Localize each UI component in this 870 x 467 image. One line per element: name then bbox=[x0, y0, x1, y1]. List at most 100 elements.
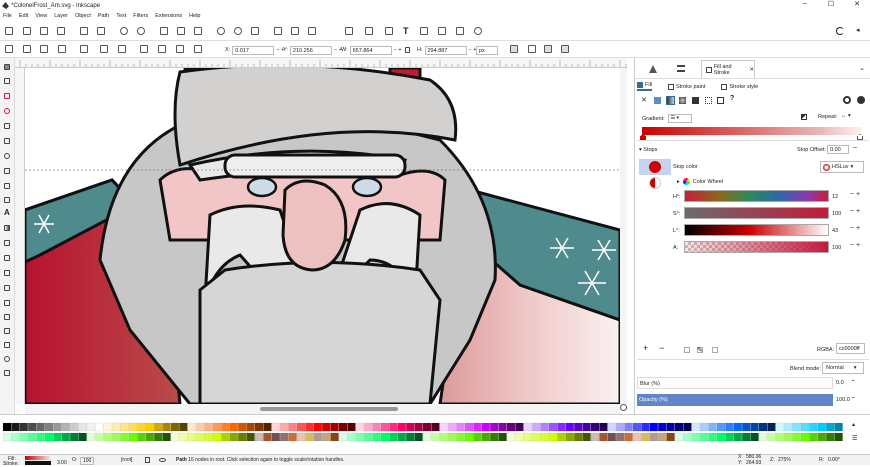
rotate-cw-icon[interactable] bbox=[80, 45, 88, 53]
palette-swatch[interactable] bbox=[489, 432, 499, 442]
palette-swatch[interactable] bbox=[599, 432, 608, 442]
fill-stroke-icon[interactable] bbox=[385, 27, 393, 35]
palette-swatch[interactable] bbox=[229, 432, 239, 442]
palette-swatch[interactable] bbox=[78, 432, 87, 442]
node-tool-icon[interactable] bbox=[4, 78, 10, 84]
palette-swatch[interactable] bbox=[69, 432, 79, 442]
palette-swatch[interactable] bbox=[321, 432, 331, 442]
subtab-fill[interactable]: Fill bbox=[637, 82, 653, 91]
palette-scroll-up-icon[interactable]: ▴ bbox=[852, 421, 855, 428]
palette-swatch[interactable] bbox=[431, 432, 440, 442]
palette-swatch[interactable] bbox=[691, 432, 701, 442]
palette-swatch[interactable] bbox=[767, 422, 776, 432]
paste-icon[interactable] bbox=[194, 27, 202, 35]
pages-tool-icon[interactable] bbox=[4, 370, 10, 376]
palette-swatch[interactable] bbox=[162, 432, 171, 442]
palette-swatch[interactable] bbox=[61, 432, 71, 442]
palette-swatch[interactable] bbox=[632, 432, 642, 442]
spiral-tool-icon[interactable] bbox=[4, 153, 10, 159]
palette-swatch[interactable] bbox=[61, 422, 71, 432]
saturation-slider[interactable] bbox=[684, 207, 829, 219]
palette-swatch[interactable] bbox=[397, 432, 407, 442]
remove-stop-button[interactable]: − bbox=[659, 343, 664, 353]
selector-tool-icon[interactable] bbox=[4, 64, 10, 70]
palette-swatch[interactable] bbox=[338, 422, 348, 432]
color-managed-icon[interactable] bbox=[712, 347, 718, 353]
palette-swatch[interactable] bbox=[120, 422, 129, 432]
star-tool-icon[interactable] bbox=[4, 138, 10, 144]
palette-swatch[interactable] bbox=[111, 422, 121, 432]
palette-swatch[interactable] bbox=[599, 422, 608, 432]
palette-swatch[interactable] bbox=[19, 422, 29, 432]
zoom-value[interactable]: 275% bbox=[778, 457, 791, 463]
palette-swatch[interactable] bbox=[557, 432, 566, 442]
circle-tool-icon[interactable] bbox=[4, 108, 10, 114]
palette-swatch[interactable] bbox=[254, 432, 264, 442]
palette-swatch[interactable] bbox=[422, 422, 432, 432]
select-all-layers-icon[interactable] bbox=[23, 45, 31, 53]
repeat-select[interactable]: ↔ ▾ bbox=[841, 113, 851, 119]
palette-swatch[interactable] bbox=[120, 432, 129, 442]
palette-swatch[interactable] bbox=[397, 422, 407, 432]
lock-layer-icon[interactable] bbox=[145, 457, 150, 463]
stop-offset-stepper[interactable]: − bbox=[853, 145, 857, 152]
palette-swatch[interactable] bbox=[817, 432, 827, 442]
palette-swatch[interactable] bbox=[145, 432, 155, 442]
palette-swatch[interactable] bbox=[809, 432, 818, 442]
h-field[interactable]: H: 294.887− + bbox=[417, 45, 476, 55]
stop-list-item-selected[interactable] bbox=[639, 159, 671, 175]
palette-swatch[interactable] bbox=[204, 432, 213, 442]
rgba-input[interactable]: cc0000ff bbox=[836, 343, 865, 354]
stop-list-item[interactable] bbox=[639, 175, 671, 191]
transform-patterns-icon[interactable] bbox=[561, 45, 569, 53]
palette-swatch[interactable] bbox=[363, 432, 373, 442]
scale-stroke-icon[interactable] bbox=[510, 45, 518, 53]
palette-swatch[interactable] bbox=[456, 422, 465, 432]
dropper-tool-icon[interactable] bbox=[4, 255, 10, 261]
palette-swatch[interactable] bbox=[699, 422, 709, 432]
palette-swatch[interactable] bbox=[86, 432, 96, 442]
palette-swatch[interactable] bbox=[464, 422, 474, 432]
gradient-tool-icon[interactable] bbox=[4, 225, 10, 231]
palette-swatch[interactable] bbox=[405, 422, 415, 432]
palette-swatch[interactable] bbox=[641, 432, 650, 442]
palette-swatch[interactable] bbox=[783, 432, 793, 442]
preferences-icon[interactable] bbox=[474, 27, 482, 35]
paint-bucket-tool-icon[interactable] bbox=[4, 270, 10, 276]
palette-swatch[interactable] bbox=[683, 432, 692, 442]
fill-rule-evenodd-icon[interactable] bbox=[843, 96, 851, 104]
palette-swatch[interactable] bbox=[69, 422, 79, 432]
blur-slider[interactable]: Blur (%) bbox=[637, 377, 833, 389]
subtab-stroke-paint[interactable]: Stroke paint bbox=[668, 83, 705, 90]
palette-swatch[interactable] bbox=[380, 422, 390, 432]
palette-swatch[interactable] bbox=[414, 422, 423, 432]
palette-swatch[interactable] bbox=[195, 422, 205, 432]
palette-swatch[interactable] bbox=[279, 422, 289, 432]
w-field[interactable]: W: 657.864− + bbox=[341, 45, 402, 55]
palette-swatch[interactable] bbox=[53, 422, 62, 432]
palette-swatch[interactable] bbox=[657, 432, 667, 442]
palette-swatch[interactable] bbox=[557, 422, 566, 432]
palette-swatch[interactable] bbox=[800, 422, 810, 432]
w-input[interactable]: 657.864 bbox=[349, 45, 392, 55]
palette-swatch[interactable] bbox=[506, 432, 516, 442]
palette-swatch[interactable] bbox=[263, 432, 272, 442]
palette-swatch[interactable] bbox=[750, 422, 759, 432]
calligraphy-tool-icon[interactable] bbox=[4, 197, 10, 203]
raise-top-icon[interactable] bbox=[140, 45, 148, 53]
palette-swatch[interactable] bbox=[523, 432, 533, 442]
stroke-width-value[interactable]: 3.00 bbox=[57, 460, 67, 466]
palette-swatch[interactable] bbox=[145, 422, 155, 432]
canvas-zoom-icon[interactable] bbox=[620, 404, 627, 411]
palette-swatch[interactable] bbox=[221, 422, 230, 432]
minimize-button[interactable]: – bbox=[792, 0, 818, 8]
group-icon[interactable] bbox=[345, 27, 353, 35]
palette-swatch[interactable] bbox=[657, 422, 667, 432]
close-button[interactable]: ✕ bbox=[844, 0, 870, 8]
h-input[interactable]: 294.887 bbox=[424, 45, 467, 55]
palette-swatch[interactable] bbox=[103, 422, 113, 432]
palette-swatch[interactable] bbox=[515, 432, 524, 442]
palette-swatch[interactable] bbox=[515, 422, 524, 432]
flat-color-icon[interactable] bbox=[654, 97, 661, 104]
palette-swatch[interactable] bbox=[246, 422, 255, 432]
